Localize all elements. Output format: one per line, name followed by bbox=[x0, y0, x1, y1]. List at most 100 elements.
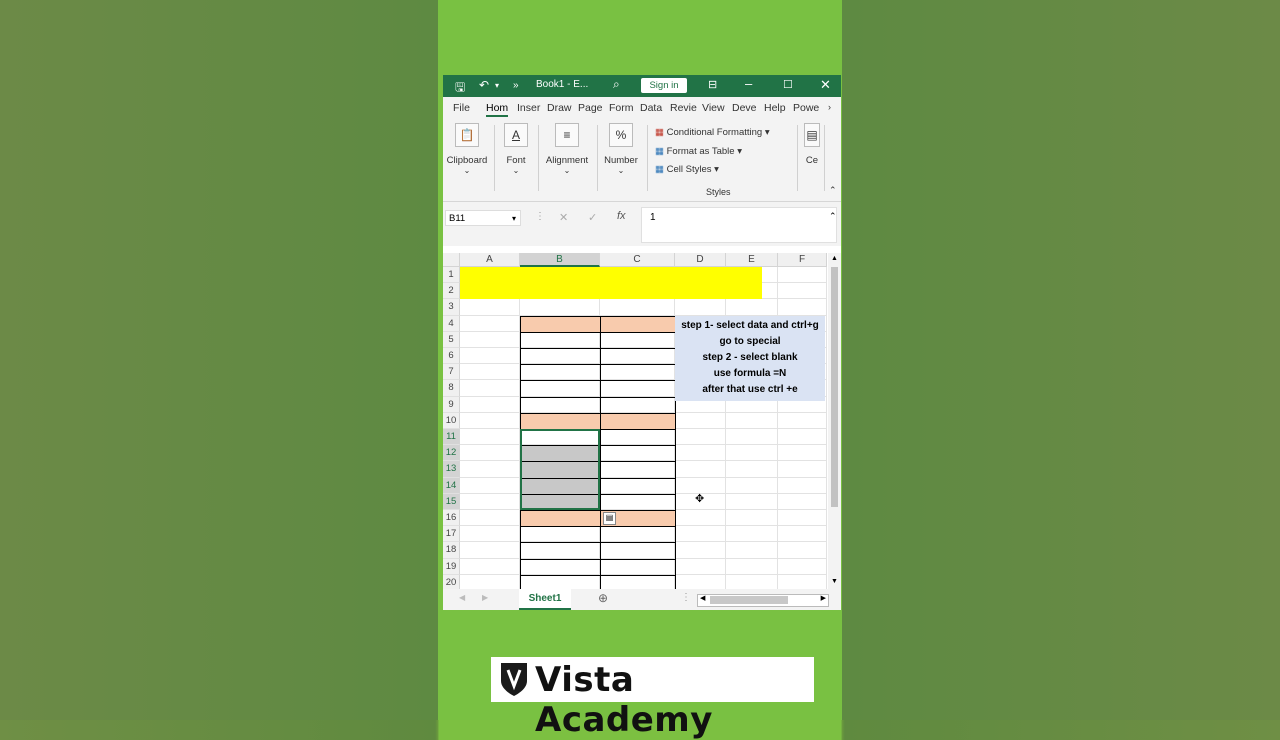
serial-cell[interactable] bbox=[520, 526, 601, 544]
cell[interactable] bbox=[778, 542, 827, 559]
row-header-2[interactable]: 2 bbox=[443, 283, 460, 300]
cell[interactable] bbox=[460, 493, 520, 510]
cell[interactable] bbox=[726, 429, 778, 446]
undo-dropdown-icon[interactable]: ▾ bbox=[495, 81, 499, 90]
cell[interactable] bbox=[778, 299, 827, 316]
cells-group[interactable]: ▤ Ce bbox=[801, 123, 823, 166]
emp-name-cell[interactable] bbox=[600, 461, 676, 479]
more-commands-icon[interactable]: » bbox=[513, 80, 519, 91]
cell[interactable] bbox=[778, 283, 827, 300]
tab-data[interactable]: Data bbox=[640, 102, 662, 114]
emp-name-cell[interactable] bbox=[600, 558, 676, 576]
search-icon[interactable]: ⌕ bbox=[613, 77, 620, 92]
serial-cell[interactable] bbox=[520, 380, 601, 398]
collapse-ribbon-icon[interactable]: ⌃ bbox=[829, 185, 837, 196]
tab-insert[interactable]: Inser bbox=[517, 102, 540, 114]
emp-name-cell[interactable] bbox=[600, 445, 676, 463]
cancel-icon[interactable]: ✕ bbox=[559, 211, 568, 224]
column-header-f[interactable]: F bbox=[778, 253, 827, 267]
serial-cell[interactable] bbox=[520, 348, 601, 366]
column-header-e[interactable]: E bbox=[726, 253, 778, 267]
paste-options-icon[interactable]: ▤ bbox=[603, 512, 616, 525]
row-header-6[interactable]: 6 bbox=[443, 348, 460, 365]
cell[interactable] bbox=[460, 477, 520, 494]
scroll-thumb[interactable] bbox=[710, 596, 788, 604]
clipboard-group[interactable]: 📋 Clipboard ⌄ bbox=[445, 123, 489, 175]
tab-power[interactable]: Powe bbox=[793, 102, 819, 114]
sheet-tab-sheet1[interactable]: Sheet1 bbox=[519, 589, 571, 610]
expand-formula-icon[interactable]: ⌃ bbox=[829, 211, 837, 222]
cell[interactable] bbox=[726, 526, 778, 543]
tab-help[interactable]: Help bbox=[764, 102, 786, 114]
cell[interactable] bbox=[726, 445, 778, 462]
cell[interactable] bbox=[460, 510, 520, 527]
company-b-header[interactable] bbox=[520, 412, 601, 430]
emp-name-cell[interactable] bbox=[600, 542, 676, 560]
cell[interactable] bbox=[778, 477, 827, 494]
maximize-icon[interactable]: ☐ bbox=[783, 78, 793, 91]
column-header-d[interactable]: D bbox=[675, 253, 726, 267]
cell[interactable] bbox=[675, 461, 726, 478]
serial-cell[interactable] bbox=[520, 558, 601, 576]
prev-sheet-icon[interactable]: ◀ bbox=[459, 593, 465, 602]
cell[interactable] bbox=[460, 429, 520, 446]
emp-name-cell[interactable] bbox=[600, 348, 676, 366]
row-header-19[interactable]: 19 bbox=[443, 558, 460, 575]
emp-name-cell[interactable] bbox=[600, 396, 676, 414]
undo-icon[interactable]: ↶ bbox=[479, 78, 489, 92]
cell[interactable] bbox=[460, 380, 520, 397]
row-header-4[interactable]: 4 bbox=[443, 315, 460, 332]
row-header-12[interactable]: 12 bbox=[443, 445, 460, 462]
row-header-7[interactable]: 7 bbox=[443, 364, 460, 381]
scroll-up-icon[interactable]: ▲ bbox=[831, 255, 838, 262]
serial-cell[interactable] bbox=[520, 364, 601, 382]
cell[interactable] bbox=[675, 542, 726, 559]
tab-file[interactable]: File bbox=[453, 102, 470, 114]
row-header-13[interactable]: 13 bbox=[443, 461, 460, 478]
row-header-1[interactable]: 1 bbox=[443, 267, 460, 284]
cell[interactable] bbox=[726, 493, 778, 510]
tab-developer[interactable]: Deve bbox=[732, 102, 757, 114]
emp-name-header[interactable] bbox=[600, 412, 676, 430]
row-header-16[interactable]: 16 bbox=[443, 510, 460, 527]
cell[interactable] bbox=[778, 267, 827, 284]
cell[interactable] bbox=[675, 526, 726, 543]
column-header-a[interactable]: A bbox=[460, 253, 520, 267]
horizontal-scrollbar[interactable]: ◀ ▶ bbox=[697, 594, 829, 607]
serial-cell[interactable] bbox=[520, 396, 601, 414]
row-header-11[interactable]: 11 bbox=[443, 429, 460, 446]
tab-home[interactable]: Hom bbox=[486, 102, 509, 117]
sign-in-button[interactable]: Sign in bbox=[641, 78, 687, 93]
scroll-thumb[interactable] bbox=[831, 267, 838, 507]
emp-name-cell[interactable] bbox=[600, 493, 676, 511]
cell[interactable] bbox=[460, 364, 520, 381]
save-icon[interactable]: 🖫 bbox=[455, 78, 465, 99]
row-header-8[interactable]: 8 bbox=[443, 380, 460, 397]
number-group[interactable]: % Number ⌄ bbox=[602, 123, 640, 175]
vertical-scrollbar[interactable]: ▲ ▼ bbox=[828, 253, 841, 589]
cell[interactable] bbox=[778, 493, 827, 510]
tab-draw[interactable]: Draw bbox=[547, 102, 572, 114]
cell[interactable] bbox=[778, 445, 827, 462]
formula-input[interactable]: 1 bbox=[641, 207, 837, 243]
tab-formulas[interactable]: Form bbox=[609, 102, 634, 114]
cell[interactable] bbox=[726, 412, 778, 429]
alignment-group[interactable]: ≡ Alignment ⌄ bbox=[543, 123, 591, 175]
cell[interactable] bbox=[675, 558, 726, 575]
select-all-corner[interactable] bbox=[443, 253, 460, 267]
cell[interactable] bbox=[460, 542, 520, 559]
scroll-down-icon[interactable]: ▼ bbox=[831, 578, 838, 585]
emp-name-cell[interactable] bbox=[600, 331, 676, 349]
format-as-table-button[interactable]: ▦ Format as Table ▾ bbox=[655, 146, 742, 157]
cell[interactable] bbox=[726, 477, 778, 494]
cell[interactable] bbox=[778, 412, 827, 429]
row-header-17[interactable]: 17 bbox=[443, 526, 460, 543]
enter-icon[interactable]: ✓ bbox=[588, 211, 597, 224]
row-header-18[interactable]: 18 bbox=[443, 542, 460, 559]
column-header-b[interactable]: B bbox=[520, 253, 600, 267]
emp-name-cell[interactable] bbox=[600, 380, 676, 398]
cell[interactable] bbox=[460, 445, 520, 462]
cell[interactable] bbox=[726, 558, 778, 575]
name-box[interactable]: B11 ▾ bbox=[445, 210, 521, 226]
row-header-5[interactable]: 5 bbox=[443, 331, 460, 348]
